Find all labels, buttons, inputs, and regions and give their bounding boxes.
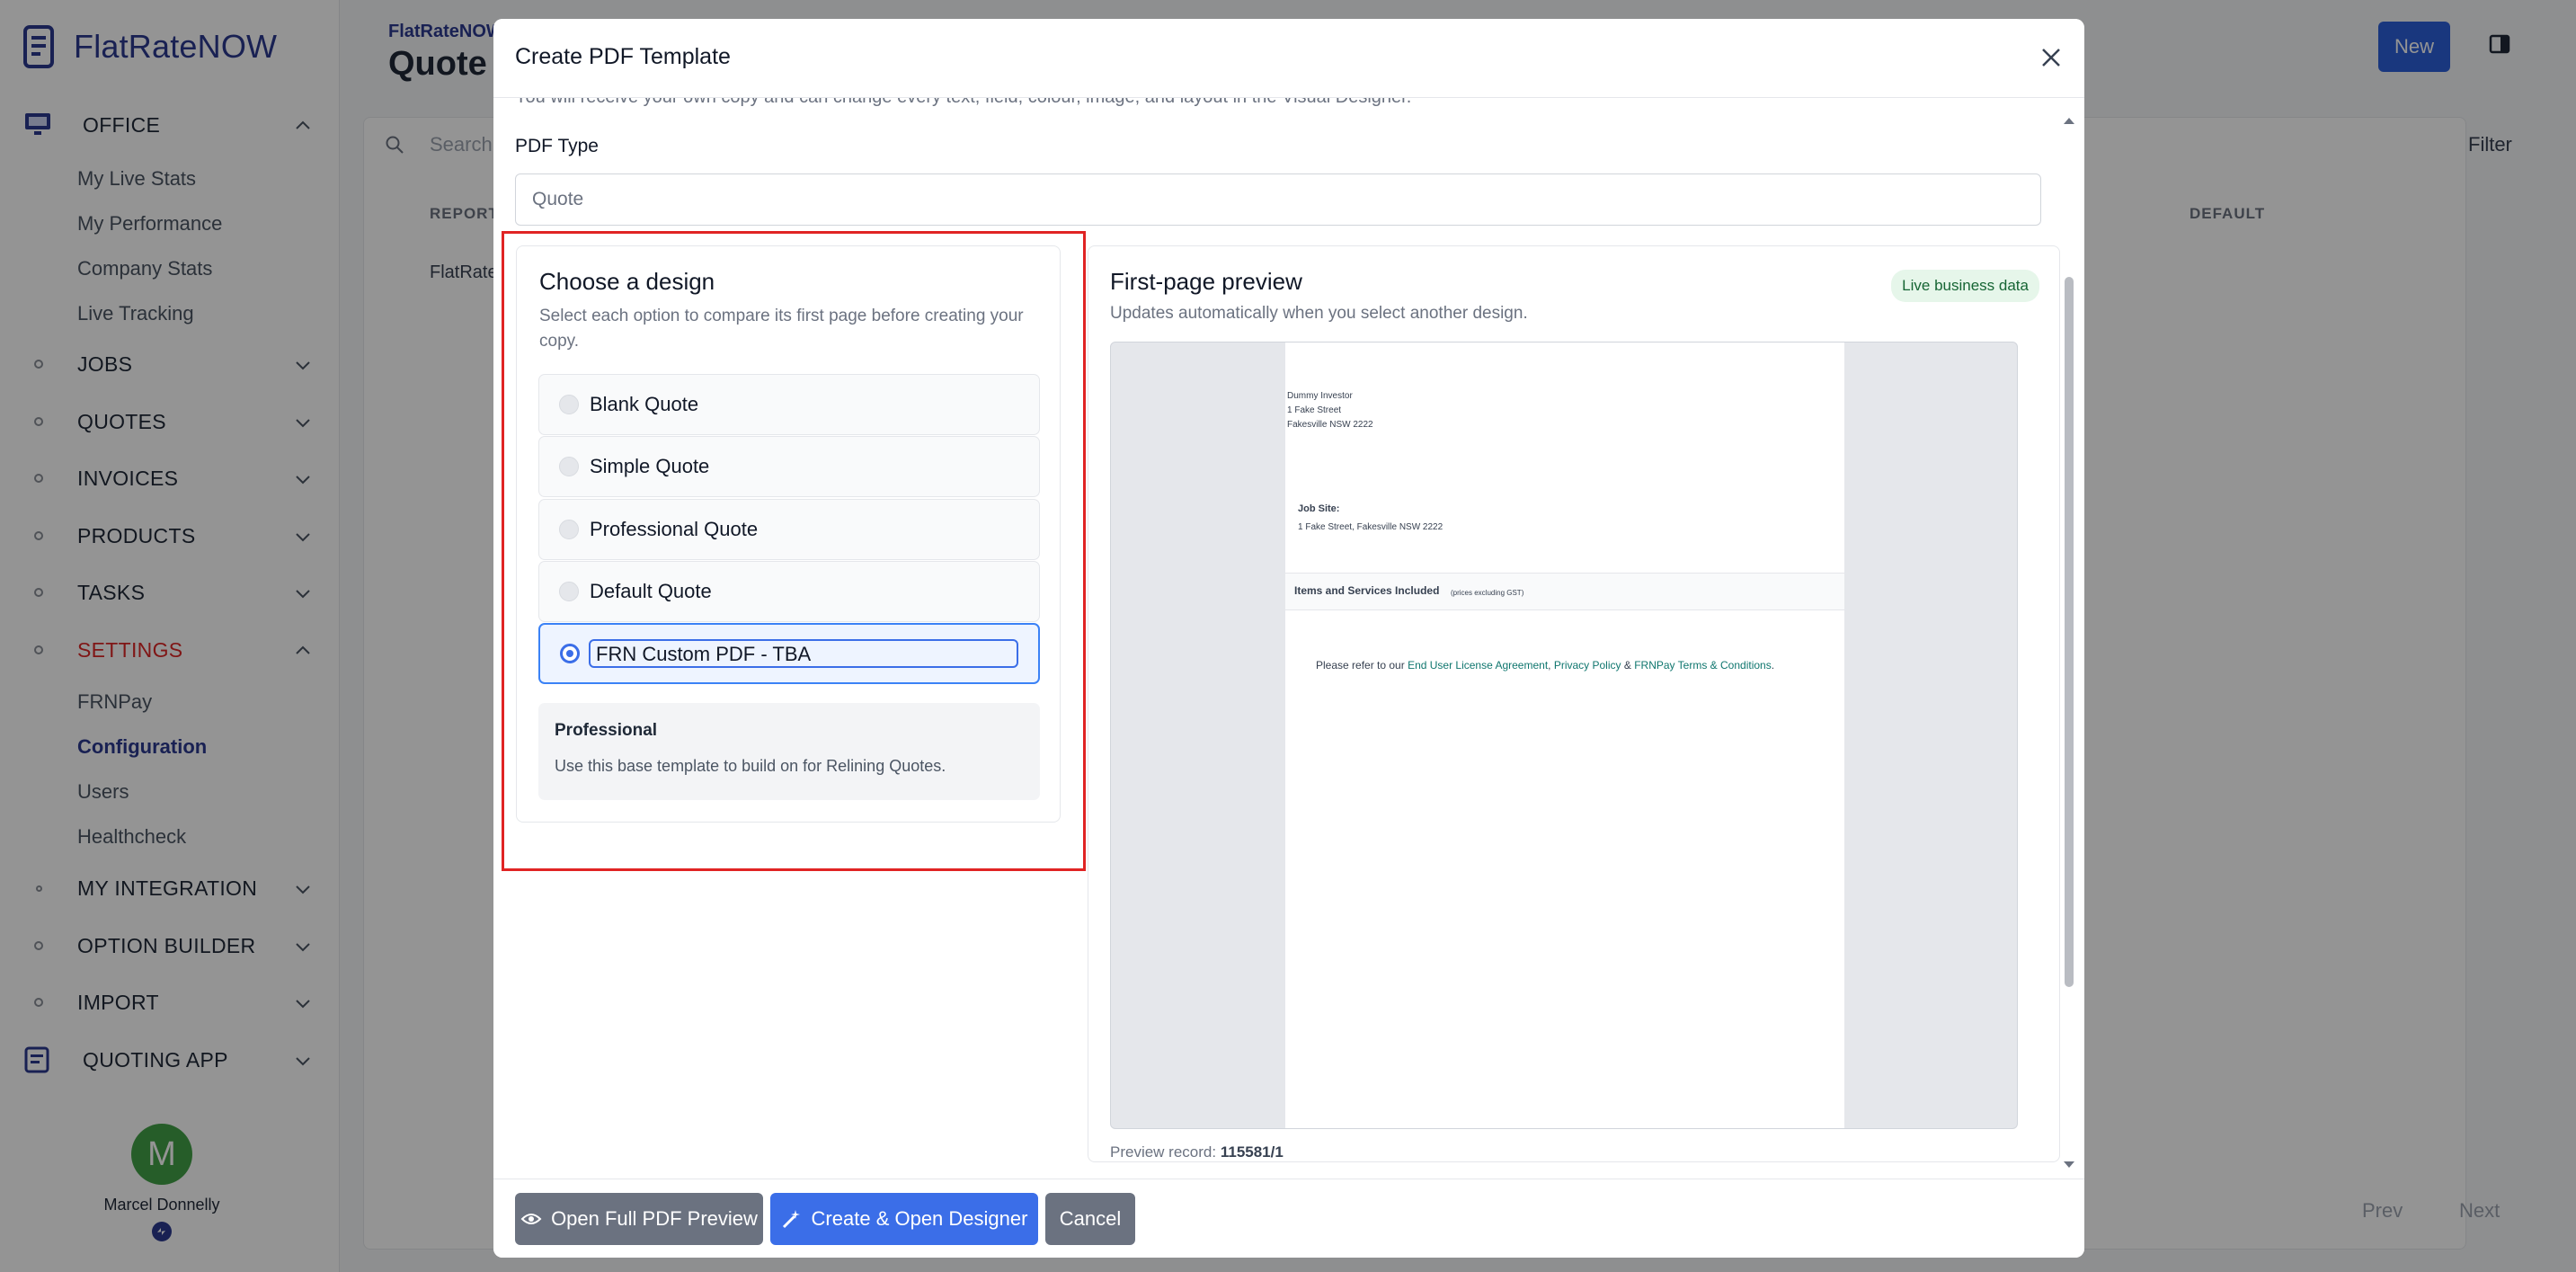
scroll-thumb[interactable] — [2065, 277, 2074, 987]
design-option-professional-quote[interactable]: Professional Quote — [538, 499, 1040, 560]
radio-button[interactable] — [559, 520, 579, 539]
preview-record: Preview record: 115581/1 — [1110, 1143, 1284, 1161]
design-info-description: Use this base template to build on for R… — [555, 757, 946, 775]
design-option-label: Professional Quote — [590, 518, 759, 540]
design-option-label: Blank Quote — [590, 393, 699, 415]
eula-link[interactable]: End User License Agreement — [1408, 659, 1548, 672]
terms-link[interactable]: FRNPay Terms & Conditions — [1634, 659, 1772, 672]
pdf-type-field[interactable]: Quote — [515, 173, 2041, 226]
items-section-header: Items and Services Included (prices excl… — [1285, 573, 1844, 610]
design-option-blank-quote[interactable]: Blank Quote — [538, 374, 1040, 435]
close-icon — [2042, 49, 2060, 67]
design-subtitle: Select each option to compare its first … — [539, 307, 1024, 351]
design-option-label: Simple Quote — [590, 455, 710, 477]
modal-title: Create PDF Template — [515, 44, 731, 69]
job-site-value: 1 Fake Street, Fakesville NSW 2222 — [1298, 522, 1443, 532]
radio-button[interactable] — [559, 582, 579, 601]
pdf-page: Dummy Investor 1 Fake Street Fakesville … — [1285, 342, 1844, 1128]
create-open-designer-button[interactable]: Create & Open Designer — [770, 1193, 1038, 1245]
create-pdf-template-dialog: You will receive your own copy and can c… — [493, 19, 2084, 1258]
radio-button[interactable] — [559, 395, 579, 414]
modal-scrollbar[interactable] — [2061, 102, 2077, 1180]
design-info-title: Professional — [555, 721, 658, 740]
design-option-label: Default Quote — [590, 580, 712, 602]
items-section-title: Items and Services Included — [1294, 584, 1440, 597]
first-page-preview: First-page preview Updates automatically… — [1088, 245, 2060, 1162]
preview-record-label: Preview record: — [1110, 1143, 1217, 1161]
address-line: Fakesville NSW 2222 — [1287, 420, 1373, 430]
legal-links: Please refer to our End User License Agr… — [1316, 659, 1775, 672]
pdf-type-label: PDF Type — [515, 136, 599, 156]
legal-prefix: Please refer to our — [1316, 659, 1405, 672]
design-option-simple-quote[interactable]: Simple Quote — [538, 436, 1040, 497]
address-line: 1 Fake Street — [1287, 405, 1342, 415]
radio-button-selected[interactable] — [560, 644, 580, 663]
scroll-up-icon[interactable] — [2061, 114, 2077, 127]
preview-record-value: 115581/1 — [1220, 1143, 1284, 1161]
ampersand: & — [1623, 659, 1631, 672]
eye-icon — [520, 1214, 542, 1224]
design-info-box: Professional Use this base template to b… — [538, 703, 1040, 800]
magic-wand-icon — [782, 1210, 800, 1229]
scroll-down-icon[interactable] — [2061, 1159, 2077, 1171]
preview-subtitle: Updates automatically when you select an… — [1110, 304, 1528, 323]
modal-footer: Open Full PDF Preview Create & Open Desi… — [493, 1179, 2084, 1258]
design-option-label: FRN Custom PDF - TBA — [589, 639, 1018, 668]
close-button[interactable] — [2034, 40, 2068, 75]
address-line: Dummy Investor — [1287, 391, 1353, 401]
create-open-designer-label: Create & Open Designer — [811, 1207, 1028, 1230]
privacy-link[interactable]: Privacy Policy — [1554, 659, 1621, 672]
design-chooser: Choose a design Select each option to co… — [516, 245, 1061, 823]
items-section-note: (prices excluding GST) — [1451, 589, 1524, 597]
open-full-preview-button[interactable]: Open Full PDF Preview — [515, 1193, 763, 1245]
design-title: Choose a design — [539, 268, 715, 295]
radio-button[interactable] — [559, 457, 579, 476]
preview-frame[interactable]: Dummy Investor 1 Fake Street Fakesville … — [1110, 342, 2018, 1129]
design-option-frn-custom-pdf[interactable]: FRN Custom PDF - TBA — [538, 623, 1040, 684]
status-badge: Live business data — [1891, 270, 2039, 302]
modal-header: Create PDF Template — [493, 19, 2084, 98]
design-option-default-quote[interactable]: Default Quote — [538, 561, 1040, 622]
open-full-preview-label: Open Full PDF Preview — [551, 1207, 758, 1230]
cancel-button[interactable]: Cancel — [1045, 1193, 1135, 1245]
preview-title: First-page preview — [1110, 268, 1302, 295]
job-site-label: Job Site: — [1298, 503, 1340, 514]
